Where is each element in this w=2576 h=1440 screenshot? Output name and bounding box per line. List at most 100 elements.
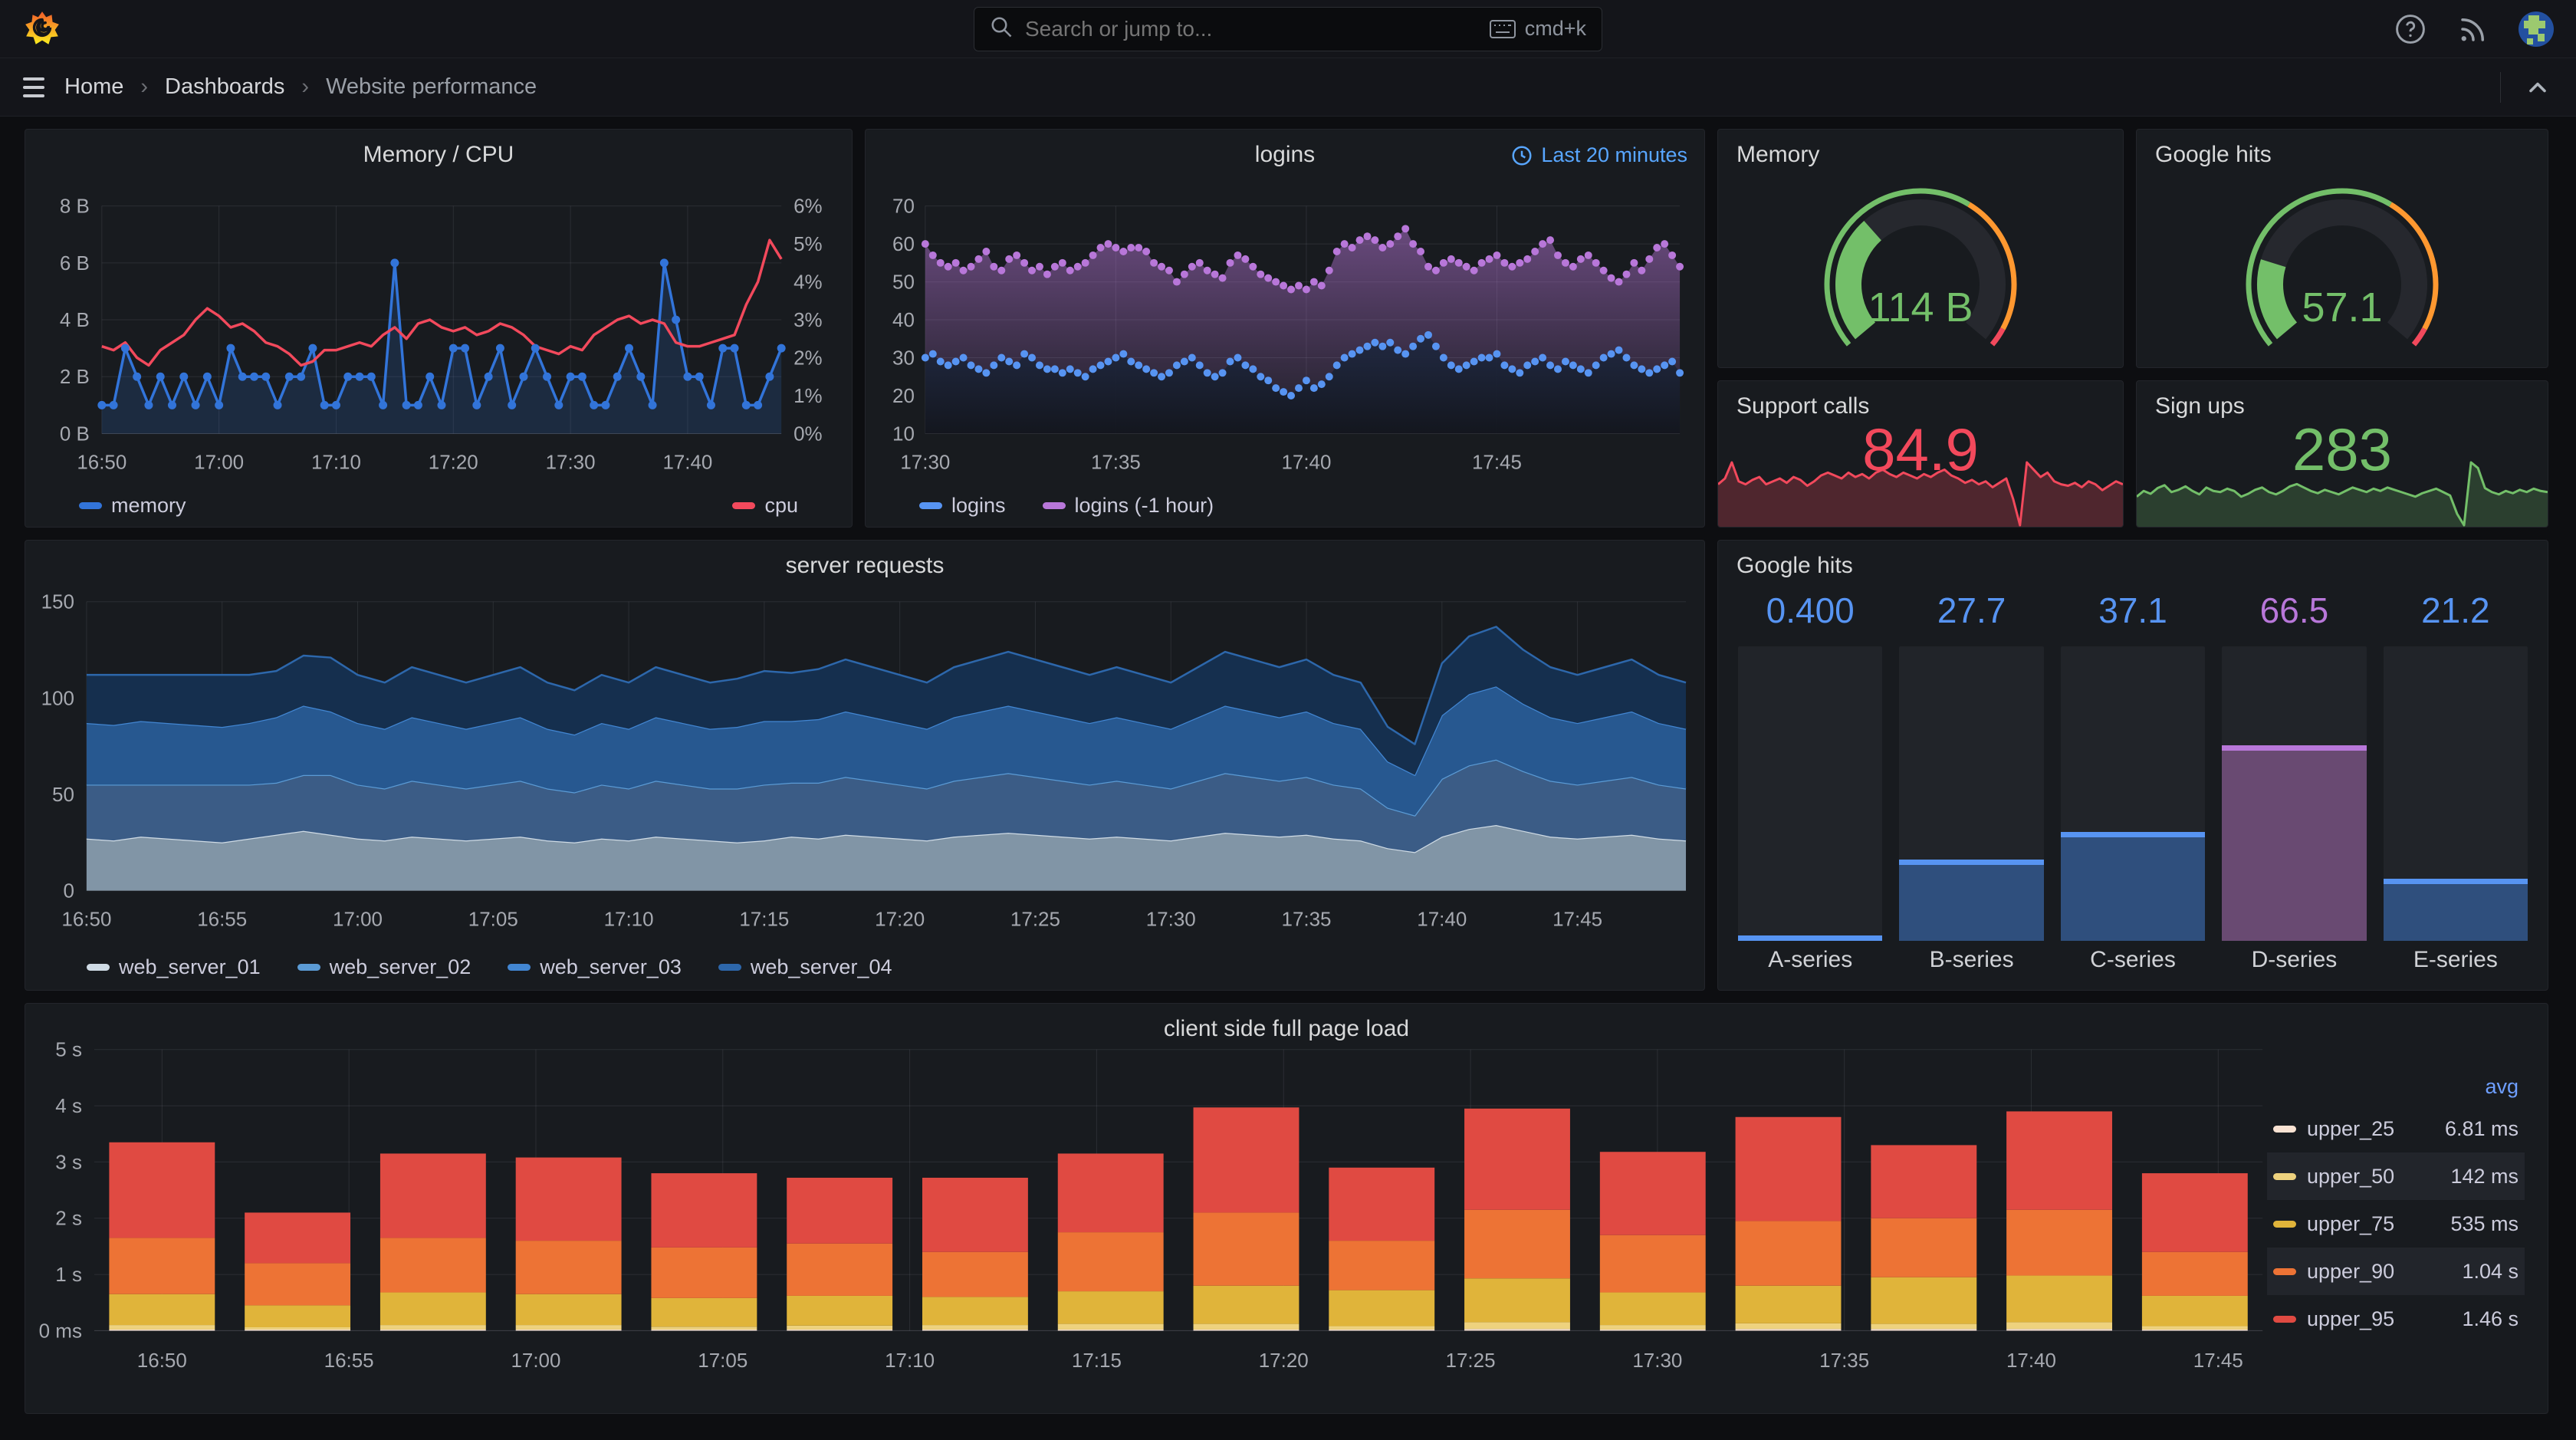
grafana-logo[interactable] bbox=[21, 7, 63, 51]
svg-text:17:45: 17:45 bbox=[2193, 1350, 2243, 1372]
svg-text:17:05: 17:05 bbox=[468, 909, 518, 930]
bar-gauge-column-b-series[interactable]: 27.7 B-series bbox=[1899, 590, 2044, 981]
memory-cpu-chart[interactable]: 16:50 17:00 17:10 17:20 17:30 17:40 0 B 2 B 4 B 6… bbox=[25, 130, 852, 527]
bar-value: 21.2 bbox=[2421, 590, 2490, 630]
legend-item-web-server-01[interactable]: web_server_01 bbox=[87, 955, 261, 979]
svg-text:3%: 3% bbox=[794, 310, 822, 331]
search-input[interactable] bbox=[1024, 15, 1479, 42]
bar-category-label: C-series bbox=[2090, 947, 2176, 972]
svg-text:17:45: 17:45 bbox=[1472, 452, 1522, 473]
panel-client-load: client side full page load 16:50 16:55 17:… bbox=[25, 1003, 2548, 1414]
svg-text:17:10: 17:10 bbox=[311, 452, 361, 473]
svg-text:5 s: 5 s bbox=[55, 1040, 82, 1061]
legend-swatch bbox=[732, 502, 756, 509]
bar-gauge-column-e-series[interactable]: 21.2 E-series bbox=[2383, 590, 2528, 981]
breadcrumb-separator: › bbox=[301, 74, 310, 99]
breadcrumb-home[interactable]: Home bbox=[64, 74, 123, 100]
legend-item-logins-1-hour-[interactable]: logins (-1 hour) bbox=[1042, 494, 1214, 518]
svg-text:16:50: 16:50 bbox=[137, 1350, 187, 1372]
clock-icon bbox=[1512, 146, 1532, 165]
breadcrumb-actions bbox=[2500, 69, 2556, 106]
panel-memory-cpu: Memory / CPU 16:50 17:00 17:10 17:20 17:30 17… bbox=[25, 129, 853, 528]
legend-item-web-server-02[interactable]: web_server_02 bbox=[297, 955, 471, 979]
legend-item-web-server-04[interactable]: web_server_04 bbox=[718, 955, 892, 979]
logins-chart[interactable]: 17:30 17:35 17:40 17:45 10 20 30 40 50 60 70 bbox=[866, 130, 1704, 527]
bar-gauge-column-a-series[interactable]: 0.400 A-series bbox=[1738, 590, 1883, 981]
google-hits-bar-gauge[interactable]: 0.400 A-series 27.7 B-series 37.1 C-series 66.… bbox=[1738, 590, 2528, 981]
legend-item-memory[interactable]: memory bbox=[79, 494, 186, 518]
user-avatar[interactable] bbox=[2518, 11, 2555, 48]
bar-fill bbox=[1738, 935, 1883, 941]
svg-text:70: 70 bbox=[892, 196, 915, 218]
grafana-flame-icon bbox=[25, 11, 59, 44]
svg-text:17:20: 17:20 bbox=[1259, 1350, 1309, 1372]
news-rss-icon[interactable] bbox=[2455, 11, 2492, 48]
panel-memory-gauge: Memory 114 B bbox=[1717, 129, 2124, 368]
svg-text:16:50: 16:50 bbox=[61, 909, 111, 930]
search-box[interactable]: cmd+k bbox=[974, 6, 1602, 51]
legend-row-upper_25[interactable]: upper_25 6.81 ms bbox=[2267, 1105, 2525, 1152]
legend-item-cpu[interactable]: cpu bbox=[732, 494, 798, 518]
bar-category-label: A-series bbox=[1768, 947, 1853, 972]
legend-swatch bbox=[2273, 1267, 2296, 1275]
svg-text:17:15: 17:15 bbox=[1072, 1350, 1122, 1372]
logins-legend: logins logins (-1 hour) bbox=[919, 494, 1651, 518]
client-load-chart[interactable]: 16:50 16:55 17:00 17:05 17:10 17:15 17:20 17:25… bbox=[25, 1004, 2548, 1413]
time-range-label[interactable]: Last 20 minutes bbox=[1510, 143, 1687, 167]
grafana-app: cmd+k bbox=[0, 0, 2576, 1440]
column-memory-support: Memory 114 B Support calls 84.9 bbox=[1717, 129, 2124, 528]
legend-row-upper_90[interactable]: upper_90 1.04 s bbox=[2267, 1248, 2525, 1295]
legend-row-upper_50[interactable]: upper_50 142 ms bbox=[2267, 1152, 2525, 1200]
panel-sign-ups: Sign ups 283 bbox=[2136, 380, 2548, 528]
legend-label: web_server_04 bbox=[750, 955, 892, 978]
bar-fill bbox=[1899, 859, 2044, 941]
svg-text:17:30: 17:30 bbox=[1632, 1350, 1682, 1372]
svg-text:16:55: 16:55 bbox=[197, 909, 247, 930]
svg-text:17:30: 17:30 bbox=[900, 452, 950, 473]
svg-text:17:30: 17:30 bbox=[546, 452, 596, 473]
legend-series-avg-value: 535 ms bbox=[2450, 1212, 2518, 1235]
svg-text:17:00: 17:00 bbox=[194, 452, 244, 473]
menu-toggle-icon[interactable] bbox=[20, 74, 48, 100]
server-requests-chart[interactable]: 16:50 16:55 17:00 17:05 17:10 17:15 17:20 17:25… bbox=[25, 541, 1704, 990]
legend-item-web-server-03[interactable]: web_server_03 bbox=[508, 955, 682, 979]
svg-text:60: 60 bbox=[892, 234, 915, 255]
help-icon[interactable] bbox=[2392, 11, 2429, 48]
legend-row-upper_95[interactable]: upper_95 1.46 s bbox=[2267, 1295, 2525, 1343]
panel-support-calls: Support calls 84.9 bbox=[1717, 380, 2124, 528]
bar-category-label: B-series bbox=[1929, 947, 2014, 972]
svg-text:50: 50 bbox=[52, 784, 74, 806]
svg-text:4%: 4% bbox=[794, 272, 822, 294]
svg-text:17:40: 17:40 bbox=[2006, 1350, 2056, 1372]
panel-google-hits-bars: Google hits 0.400 A-series 27.7 B-series 37.… bbox=[1717, 540, 2548, 991]
legend-swatch bbox=[2273, 1125, 2296, 1133]
svg-text:8 B: 8 B bbox=[60, 196, 90, 218]
svg-text:17:10: 17:10 bbox=[604, 909, 654, 930]
svg-text:17:25: 17:25 bbox=[1446, 1350, 1496, 1372]
bar-fill bbox=[2383, 878, 2528, 941]
svg-text:4 s: 4 s bbox=[55, 1096, 82, 1117]
legend-swatch bbox=[2273, 1220, 2296, 1228]
keyboard-icon bbox=[1489, 19, 1516, 38]
svg-text:17:35: 17:35 bbox=[1091, 452, 1141, 473]
svg-text:17:35: 17:35 bbox=[1282, 909, 1332, 930]
legend-item-logins[interactable]: logins bbox=[919, 494, 1006, 518]
legend-label: logins (-1 hour) bbox=[1074, 494, 1214, 517]
bar-gauge-column-d-series[interactable]: 66.5 D-series bbox=[2222, 590, 2367, 981]
legend-row-upper_75[interactable]: upper_75 535 ms bbox=[2267, 1200, 2525, 1248]
bar-value: 0.400 bbox=[1766, 590, 1855, 630]
breadcrumb-row: Home › Dashboards › Website performance bbox=[0, 58, 2576, 117]
svg-text:16:55: 16:55 bbox=[324, 1350, 374, 1372]
bar-gauge-column-c-series[interactable]: 37.1 C-series bbox=[2060, 590, 2206, 981]
legend-header-avg[interactable]: avg bbox=[2267, 1068, 2525, 1105]
legend-label: memory bbox=[111, 494, 186, 517]
panel-title: Memory bbox=[1737, 142, 1820, 167]
panel-title: server requests bbox=[785, 553, 945, 578]
svg-text:16:50: 16:50 bbox=[77, 452, 127, 473]
panel-title: Google hits bbox=[2155, 142, 2272, 167]
chevron-up-icon[interactable] bbox=[2519, 69, 2556, 106]
breadcrumb-current: Website performance bbox=[326, 74, 537, 99]
breadcrumb-dashboards[interactable]: Dashboards bbox=[165, 74, 284, 100]
svg-text:30: 30 bbox=[892, 348, 915, 370]
svg-text:0 ms: 0 ms bbox=[39, 1320, 82, 1342]
